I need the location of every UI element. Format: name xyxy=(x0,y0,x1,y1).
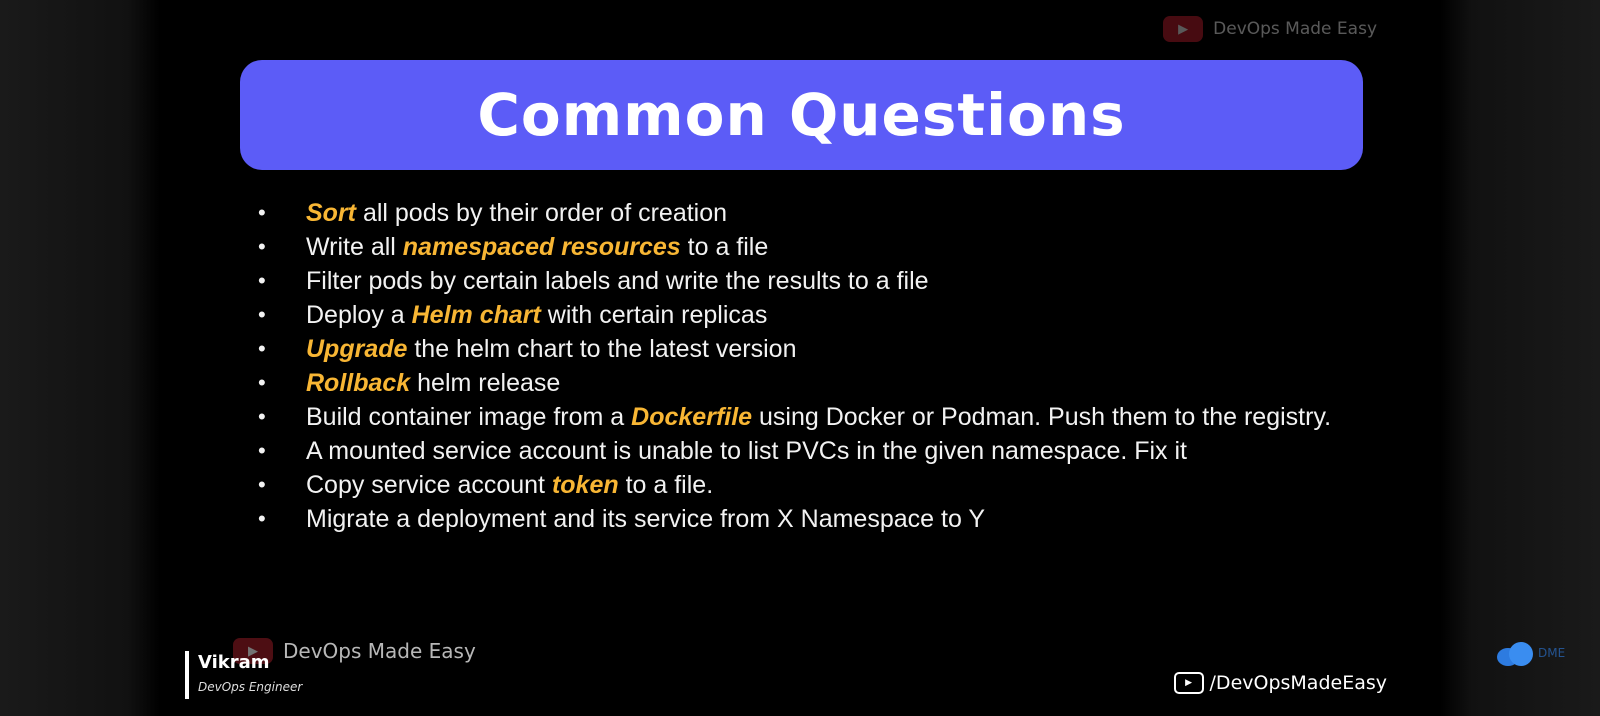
question-item: • Rollback helm release xyxy=(258,366,1368,400)
presenter-role: DevOps Engineer xyxy=(198,680,303,694)
question-item: • Upgrade the helm chart to the latest ve… xyxy=(258,332,1368,366)
channel-link[interactable]: ▶ /DevOpsMadeEasy xyxy=(1173,672,1387,694)
watermark-bottom-text: DevOps Made Easy xyxy=(283,639,476,663)
bullet-dot: • xyxy=(258,268,266,293)
question-item: • Copy service account token to a file. xyxy=(258,468,1368,502)
bullet-dot: • xyxy=(258,506,266,531)
question-item: • Migrate a deployment and its service fr… xyxy=(258,502,1368,536)
question-item: • Filter pods by certain labels and write… xyxy=(258,264,1368,298)
question-text-segment: using Docker or Podman. Push them to the… xyxy=(752,403,1332,431)
question-text-segment: with certain replicas xyxy=(540,301,768,329)
question-item: • A mounted service account is unable to … xyxy=(258,434,1368,468)
highlighted-term: namespaced resources xyxy=(402,233,681,261)
question-item: • Sort all pods by their order of creatio… xyxy=(258,196,1368,230)
question-text: Build container image from a Dockerfile … xyxy=(306,400,1368,434)
highlighted-term: Sort xyxy=(306,199,356,227)
bullet-dot: • xyxy=(258,336,266,361)
highlighted-term: Dockerfile xyxy=(631,403,753,431)
question-text: Sort all pods by their order of creation xyxy=(306,196,1368,230)
bullet-dot: • xyxy=(258,472,266,497)
bullet-dot: • xyxy=(258,404,266,429)
question-text-segment: Migrate a deployment and its service fro… xyxy=(306,505,986,533)
youtube-play-icon: ▶ xyxy=(1173,672,1204,694)
question-text-segment: to a file xyxy=(680,233,769,261)
question-text: Rollback helm release xyxy=(306,366,1368,400)
bullet-dot: • xyxy=(258,370,266,395)
cloud-logo-icon xyxy=(1497,640,1537,666)
question-item: • Write all namespaced resources to a fil… xyxy=(258,230,1368,264)
slide-title: Common Questions xyxy=(477,81,1126,149)
video-frame: Common Questions ▶ DevOps Made Easy • Sor… xyxy=(0,0,1600,716)
question-text-segment: Filter pods by certain labels and write … xyxy=(306,267,929,295)
cloud-logo-label: DME xyxy=(1538,646,1566,660)
highlighted-term: Helm chart xyxy=(411,301,541,329)
question-text-segment: Copy service account xyxy=(306,471,552,499)
question-text-segment: Deploy a xyxy=(306,301,412,329)
watermark-top-text: DevOps Made Easy xyxy=(1213,19,1377,39)
question-text: Copy service account token to a file. xyxy=(306,468,1368,502)
presenter-name: Vikram xyxy=(198,652,270,673)
question-text-segment: Build container image from a xyxy=(306,403,632,431)
highlighted-term: token xyxy=(551,471,619,499)
question-text-segment: to a file. xyxy=(618,471,714,499)
presenter-divider xyxy=(185,651,189,699)
question-item: • Build container image from a Dockerfile… xyxy=(258,400,1368,434)
bullet-dot: • xyxy=(258,438,266,463)
question-list: • Sort all pods by their order of creatio… xyxy=(258,196,1368,536)
bullet-dot: • xyxy=(258,302,266,327)
slide: Common Questions ▶ DevOps Made Easy • Sor… xyxy=(163,0,1437,716)
watermark-top: ▶ DevOps Made Easy xyxy=(1163,16,1377,42)
question-text-segment: helm release xyxy=(410,369,561,397)
question-text-segment: A mounted service account is unable to l… xyxy=(306,437,1188,465)
bullet-dot: • xyxy=(258,200,266,225)
channel-handle: /DevOpsMadeEasy xyxy=(1209,672,1387,694)
bullet-dot: • xyxy=(258,234,266,259)
highlighted-term: Rollback xyxy=(306,369,411,397)
highlighted-term: Upgrade xyxy=(306,335,408,363)
question-text-segment: the helm chart to the latest version xyxy=(407,335,797,363)
question-text: Migrate a deployment and its service fro… xyxy=(306,502,1368,536)
title-banner: Common Questions xyxy=(240,60,1363,170)
question-item: • Deploy a Helm chart with certain replic… xyxy=(258,298,1368,332)
question-text-segment: Write all xyxy=(306,233,403,261)
question-text-segment: all pods by their order of creation xyxy=(356,199,728,227)
question-text: Filter pods by certain labels and write … xyxy=(306,264,1368,298)
youtube-play-icon: ▶ xyxy=(1163,16,1204,42)
question-text: A mounted service account is unable to l… xyxy=(306,434,1368,468)
question-text: Deploy a Helm chart with certain replica… xyxy=(306,298,1368,332)
question-text: Upgrade the helm chart to the latest ver… xyxy=(306,332,1368,366)
question-text: Write all namespaced resources to a file xyxy=(306,230,1368,264)
